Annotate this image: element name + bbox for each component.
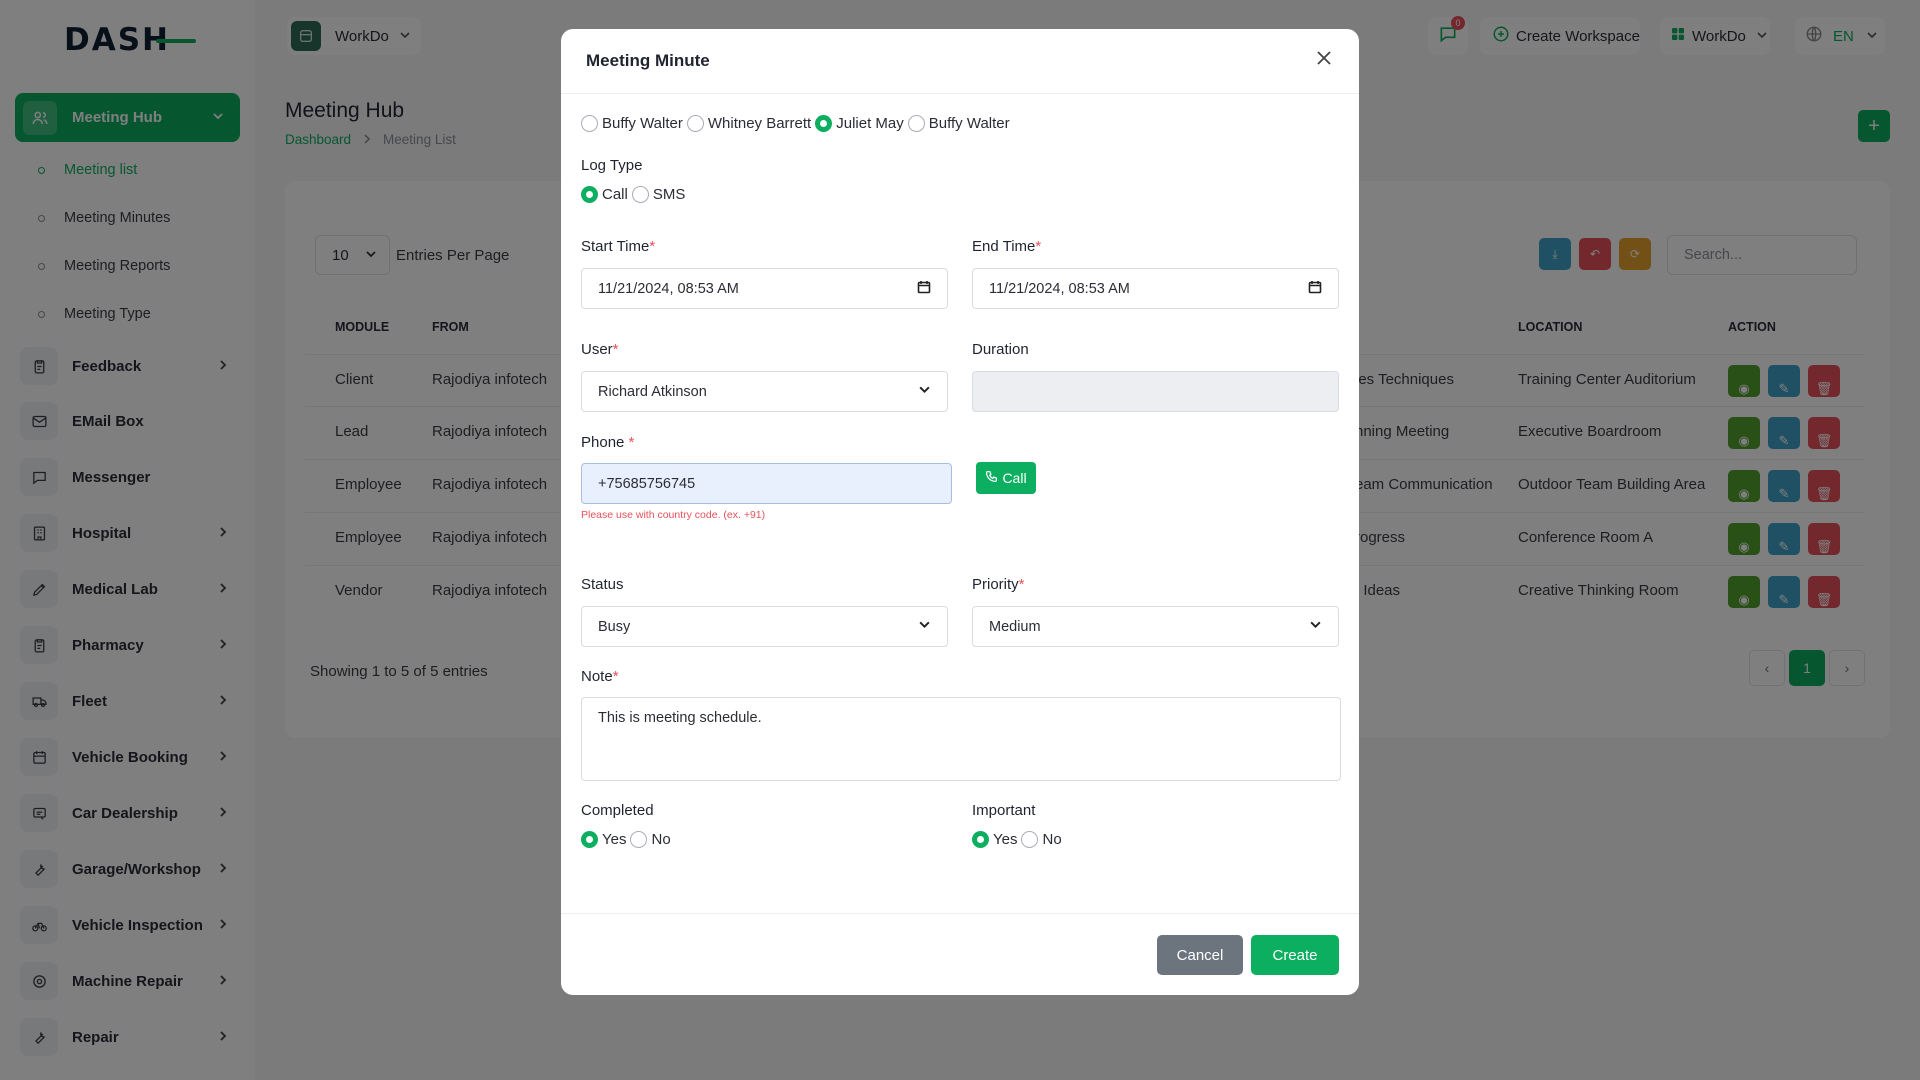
user-select[interactable]: Richard Atkinson <box>581 371 948 412</box>
important-radio-group: Yes No <box>972 831 1066 848</box>
log-type-radio-group: Call SMS <box>581 186 689 203</box>
meeting-minute-modal: Meeting Minute Buffy Walter Whitney Barre… <box>561 29 1359 995</box>
phone-label: Phone * <box>581 434 635 451</box>
radio-icon[interactable] <box>630 831 648 848</box>
modal-header: Meeting Minute <box>561 29 1359 94</box>
end-time-label: End Time* <box>972 238 1042 255</box>
call-button[interactable]: Call <box>976 462 1036 494</box>
log-type-radio-call[interactable]: Call <box>581 186 628 203</box>
start-time-input[interactable]: 11/21/2024, 08:53 AM <box>581 268 948 309</box>
radio-icon[interactable] <box>907 115 925 132</box>
radio-icon[interactable] <box>815 115 833 132</box>
radio-icon[interactable] <box>631 186 649 203</box>
calendar-icon[interactable] <box>1308 280 1322 298</box>
attendee-radio-group: Buffy Walter Whitney Barrett Juliet May Buf… <box>581 115 1014 132</box>
duration-input <box>972 371 1339 412</box>
radio-icon[interactable] <box>581 186 598 203</box>
attendee-radio-buffy-walter[interactable]: Buffy Walter <box>581 115 683 132</box>
radio-icon[interactable] <box>581 831 598 848</box>
phone-hint: Please use with country code. (ex. +91) <box>581 509 766 521</box>
chevron-down-icon <box>918 383 931 400</box>
chevron-down-icon <box>918 618 931 635</box>
radio-icon[interactable] <box>972 831 989 848</box>
modal-footer-divider <box>561 913 1359 914</box>
create-button[interactable]: Create <box>1251 935 1339 975</box>
priority-select[interactable]: Medium <box>972 606 1339 647</box>
calendar-icon[interactable] <box>917 280 931 298</box>
duration-label: Duration <box>972 341 1029 358</box>
status-select[interactable]: Busy <box>581 606 948 647</box>
completed-radio-group: Yes No <box>581 831 675 848</box>
note-textarea[interactable]: This is meeting schedule. <box>581 697 1341 781</box>
cancel-button[interactable]: Cancel <box>1157 935 1243 975</box>
user-label: User* <box>581 341 619 358</box>
priority-label: Priority* <box>972 576 1025 593</box>
important-radio-yes[interactable]: Yes <box>972 831 1017 848</box>
important-radio-no[interactable]: No <box>1021 831 1062 848</box>
radio-icon[interactable] <box>581 115 598 132</box>
modal-title: Meeting Minute <box>586 51 710 70</box>
note-label: Note* <box>581 668 619 685</box>
close-button[interactable] <box>1313 49 1335 71</box>
completed-label: Completed <box>581 802 654 819</box>
radio-icon[interactable] <box>1021 831 1039 848</box>
close-icon <box>1316 50 1332 70</box>
attendee-radio-whitney-barrett[interactable]: Whitney Barrett <box>686 115 811 132</box>
start-time-label: Start Time* <box>581 238 656 255</box>
chevron-down-icon <box>1309 618 1322 635</box>
log-type-label: Log Type <box>581 157 643 174</box>
attendee-radio-buffy-walter[interactable]: Buffy Walter <box>907 115 1010 132</box>
end-time-input[interactable]: 11/21/2024, 08:53 AM <box>972 268 1339 309</box>
attendee-radio-juliet-may[interactable]: Juliet May <box>815 115 904 132</box>
completed-radio-no[interactable]: No <box>630 831 671 848</box>
radio-icon[interactable] <box>686 115 704 132</box>
important-label: Important <box>972 802 1036 819</box>
status-label: Status <box>581 576 624 593</box>
phone-icon <box>985 470 998 486</box>
completed-radio-yes[interactable]: Yes <box>581 831 626 848</box>
log-type-radio-sms[interactable]: SMS <box>631 186 685 203</box>
phone-input[interactable]: +75685756745 <box>581 463 952 504</box>
